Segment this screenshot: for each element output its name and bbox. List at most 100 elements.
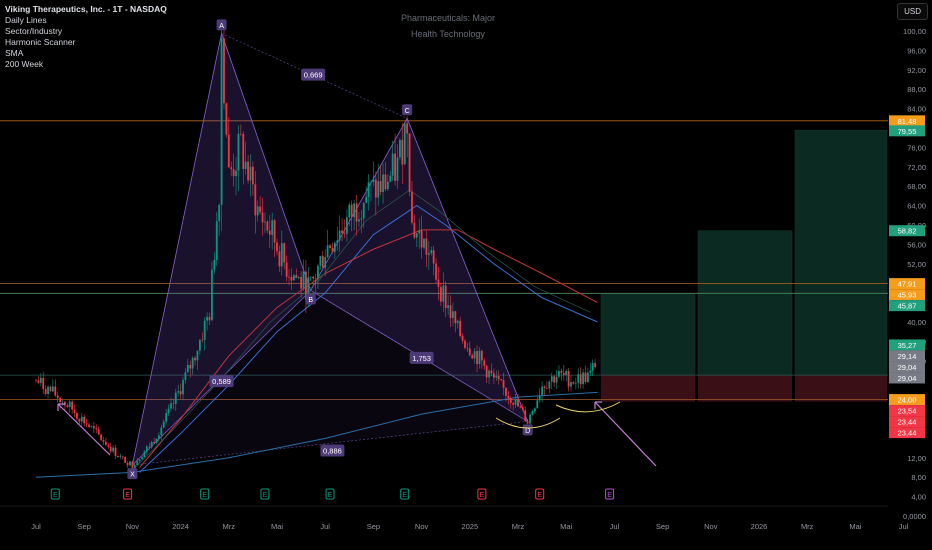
candle-body [225, 103, 228, 135]
candle-body [97, 429, 100, 435]
time-tick: Jul [610, 522, 620, 531]
candle-body [114, 447, 117, 456]
candle-body [497, 376, 500, 380]
time-tick: Mrz [512, 522, 525, 531]
candle-body [546, 387, 548, 389]
candle-body [268, 230, 271, 235]
candle-body [244, 161, 247, 169]
indicator-sma[interactable]: SMA [5, 48, 167, 59]
candle-body [403, 123, 406, 165]
candle-body [71, 401, 74, 410]
sector-watermark: Pharmaceuticals: Major Health Technology [360, 10, 536, 42]
candle-body [47, 386, 49, 395]
candle-body [531, 411, 534, 415]
candle-body [507, 395, 510, 398]
candle-body [292, 275, 295, 281]
stop-zone-0 [601, 375, 695, 402]
candle-body [104, 441, 107, 446]
indicator-sector[interactable]: Sector/Industry [5, 26, 167, 37]
candle-body [319, 255, 322, 266]
price-label: 45,93 [898, 291, 917, 300]
earnings-label: E [53, 492, 58, 499]
candle-body [121, 456, 124, 457]
candle-body [336, 240, 339, 243]
currency-button[interactable]: USD [897, 3, 928, 20]
earnings-label: E [125, 492, 130, 499]
candle-body [594, 363, 597, 367]
candle-body [514, 399, 517, 405]
candle-body [543, 386, 546, 388]
price-label: 81,48 [898, 117, 917, 126]
candle-body [131, 461, 134, 468]
candle-body [141, 457, 143, 460]
candle-body [389, 175, 392, 182]
candle-body [348, 204, 351, 218]
indicator-200week[interactable]: 200 Week [5, 59, 167, 70]
candle-body [430, 250, 433, 254]
time-tick: Sep [656, 522, 669, 531]
candle-body [198, 339, 201, 351]
time-tick: Jul [31, 522, 41, 531]
candle-body [302, 271, 305, 289]
candle-body [550, 376, 553, 382]
candle-body [452, 311, 454, 318]
candle-body [341, 230, 343, 233]
candle-body [68, 401, 71, 408]
indicator-daily-lines[interactable]: Daily Lines [5, 15, 167, 26]
candle-body [295, 275, 298, 279]
time-tick: Nov [126, 522, 140, 531]
candle-body [517, 399, 519, 407]
candle-body [288, 276, 290, 278]
candle-body [76, 412, 78, 419]
candle-body [454, 311, 457, 324]
candle-body [442, 285, 445, 302]
candle-body [574, 382, 577, 384]
price-tick: 0,0000 [903, 512, 926, 521]
candle-body [39, 377, 42, 383]
price-chart[interactable]: X A B C D 0,669 0,589 1,753 0,886 100,00 96,00 92,0… [0, 0, 932, 550]
candle-body [533, 408, 536, 412]
candle-body [254, 184, 257, 216]
candle-body [485, 365, 488, 378]
candle-body [300, 277, 302, 289]
candle-body [512, 402, 515, 405]
candle-body [266, 221, 269, 231]
price-tick: 40,00 [907, 318, 926, 327]
ratio-label: 0,886 [323, 447, 342, 456]
candle-body [401, 139, 404, 165]
earnings-label: E [607, 492, 612, 499]
price-tick: 88,00 [907, 85, 926, 94]
time-tick: Sep [367, 522, 380, 531]
symbol-title[interactable]: Viking Therapeutics, Inc. - 1T - NASDAQ [5, 4, 167, 15]
candle-body [107, 445, 110, 447]
candle-body [526, 421, 529, 424]
candle-body [92, 426, 95, 429]
candle-body [572, 382, 575, 384]
price-tick: 76,00 [907, 143, 926, 152]
candle-body [170, 403, 172, 409]
candle-body [464, 340, 466, 348]
candle-body [584, 372, 587, 383]
candle-body [117, 455, 119, 458]
price-label: 23,44 [898, 429, 917, 438]
stop-zone-1 [698, 375, 792, 402]
candle-body [444, 285, 447, 309]
candle-body [382, 174, 384, 193]
candle-body [582, 372, 584, 385]
candle-body [230, 167, 233, 170]
candle-body [370, 181, 372, 183]
indicator-harmonic[interactable]: Harmonic Scanner [5, 37, 167, 48]
candle-body [95, 428, 98, 430]
price-tick: 92,00 [907, 66, 926, 75]
target-zone-1 [697, 230, 793, 376]
candle-body [379, 181, 382, 193]
candle-body [423, 238, 425, 248]
candle-body [413, 222, 416, 238]
time-tick: Jul [320, 522, 330, 531]
candle-body [37, 380, 40, 383]
candle-body [377, 181, 380, 198]
candle-body [500, 379, 503, 381]
candle-body [167, 408, 170, 414]
candle-body [102, 440, 105, 442]
candle-body [162, 421, 165, 428]
